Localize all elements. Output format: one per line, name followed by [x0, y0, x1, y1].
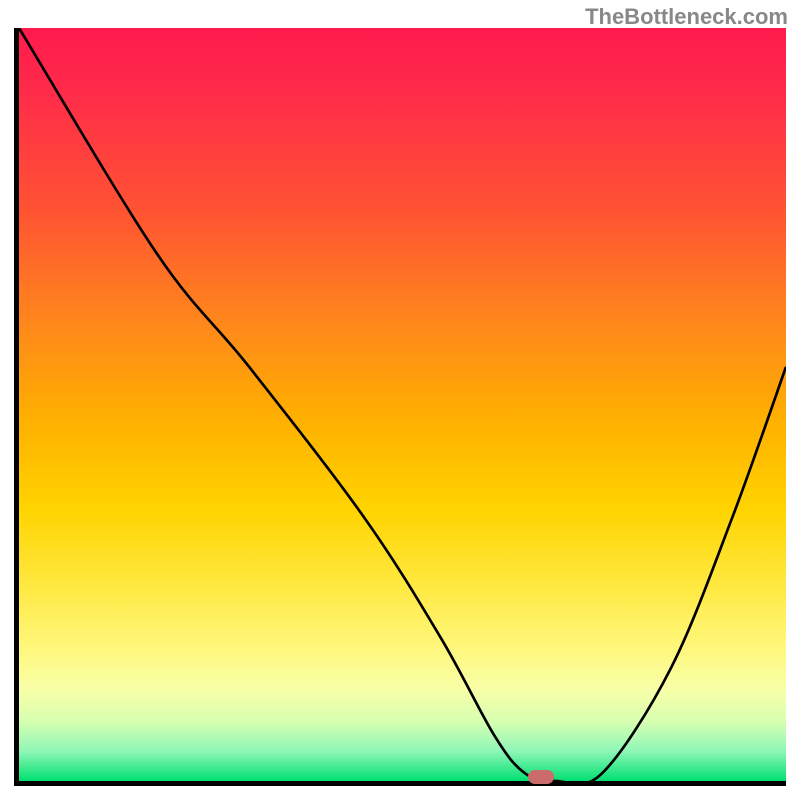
watermark-text: TheBottleneck.com — [585, 4, 788, 30]
curve-svg — [19, 28, 786, 781]
chart-plot-area — [14, 28, 786, 786]
optimal-point-marker — [528, 770, 554, 784]
bottleneck-curve-line — [19, 28, 786, 781]
